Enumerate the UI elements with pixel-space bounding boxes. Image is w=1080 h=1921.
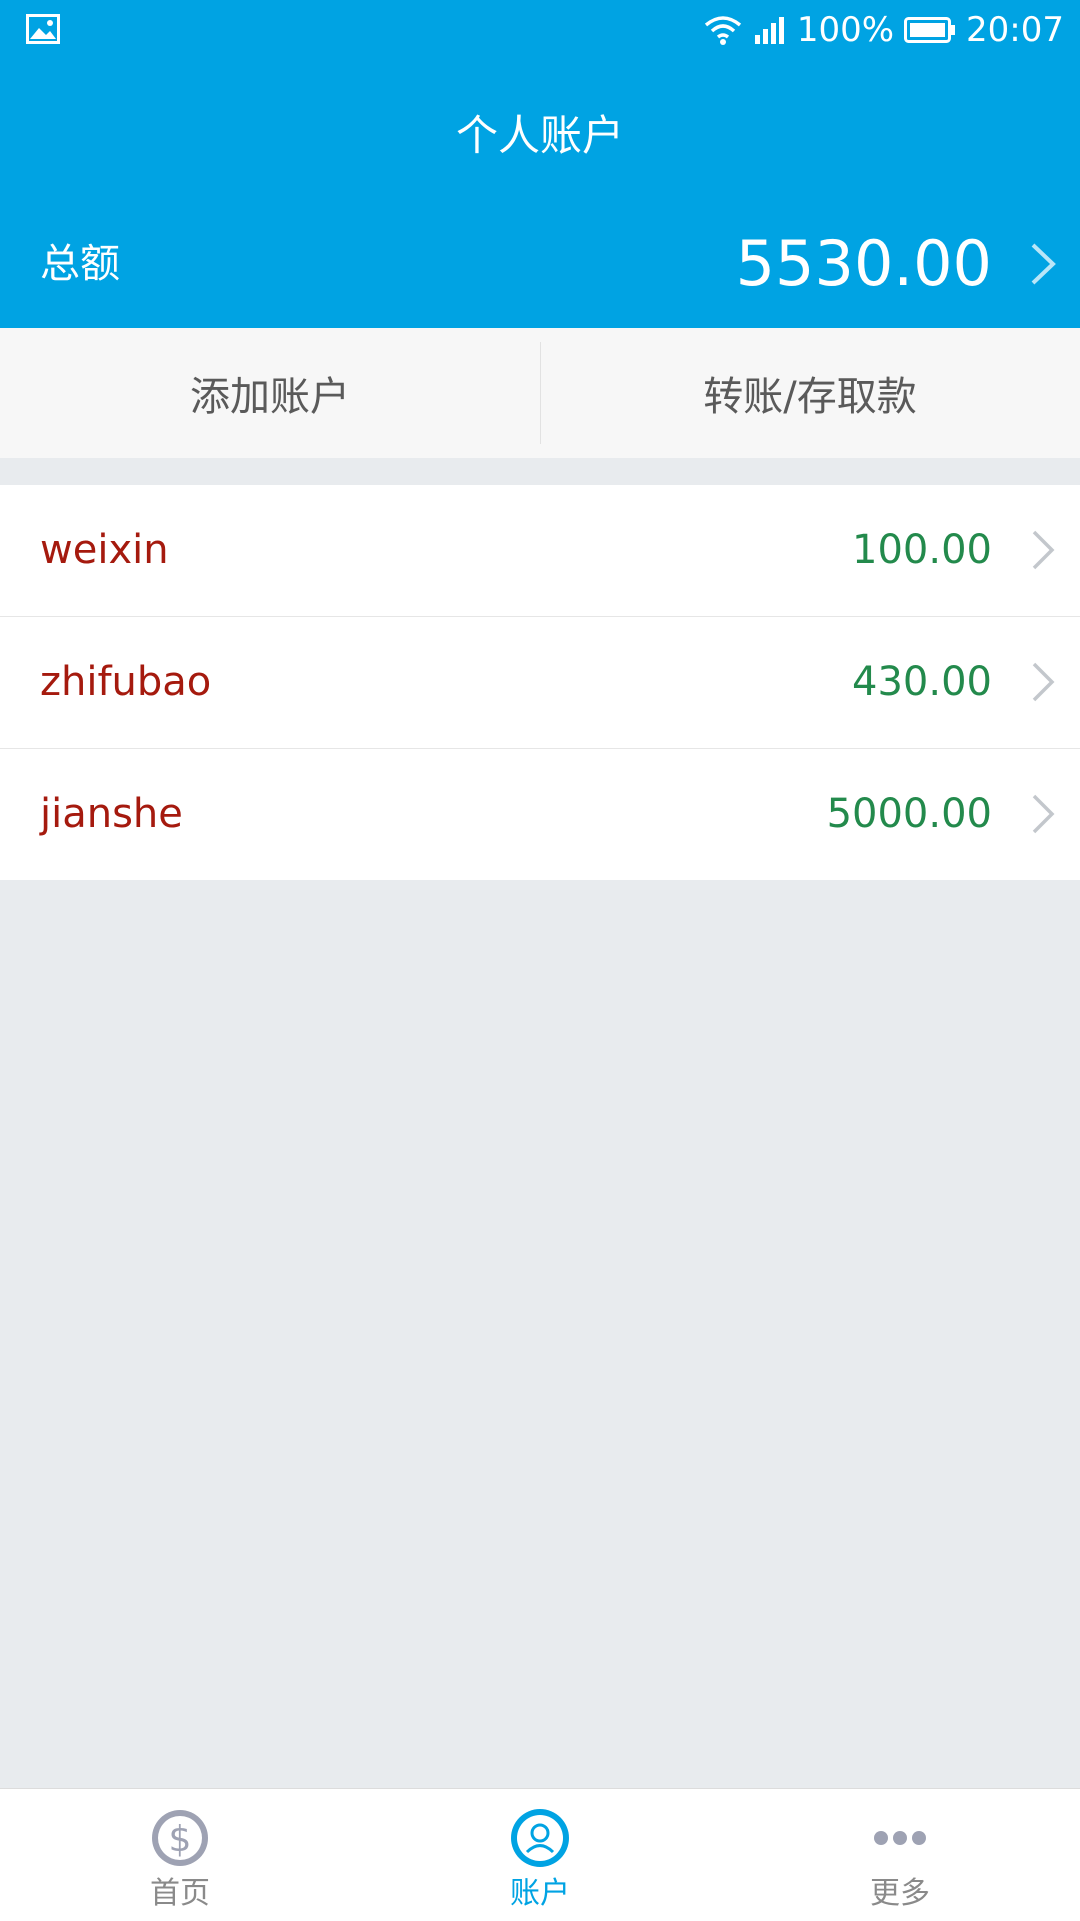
gallery-notification-icon xyxy=(26,14,60,44)
tab-more[interactable]: 更多 xyxy=(720,1789,1080,1921)
tab-home-label: 首页 xyxy=(150,1876,210,1911)
account-amount: 5000.00 xyxy=(826,791,992,837)
tab-account[interactable]: 账户 xyxy=(360,1789,720,1921)
clock: 20:07 xyxy=(966,10,1064,50)
chevron-right-icon xyxy=(1032,530,1055,570)
account-name: zhifubao xyxy=(40,659,212,705)
transfer-button[interactable]: 转账/存取款 xyxy=(540,328,1080,458)
more-dots-icon xyxy=(874,1831,926,1845)
tab-home[interactable]: $ 首页 xyxy=(0,1789,360,1921)
account-amount: 100.00 xyxy=(852,527,992,573)
status-indicators: 100% 20:07 xyxy=(703,8,1064,52)
account-row[interactable]: zhifubao 430.00 xyxy=(0,617,1080,749)
action-bar: 添加账户 转账/存取款 xyxy=(0,328,1080,458)
wifi-icon xyxy=(704,16,741,45)
battery-percent: 100% xyxy=(796,10,895,50)
dollar-coin-icon: $ xyxy=(152,1810,208,1866)
status-bar: 100% 20:07 xyxy=(0,0,1080,62)
battery-icon xyxy=(904,17,956,43)
account-amount: 430.00 xyxy=(852,659,992,705)
signal-icon xyxy=(754,17,784,44)
add-account-label: 添加账户 xyxy=(190,374,350,420)
chevron-right-icon xyxy=(1032,662,1055,702)
header: 100% 20:07 个人账户 总额 5530.00 xyxy=(0,0,1080,328)
total-amount[interactable]: 5530.00 xyxy=(736,226,992,302)
total-label: 总额 xyxy=(40,241,120,287)
page-title: 个人账户 xyxy=(455,111,624,160)
account-row[interactable]: jianshe 5000.00 xyxy=(0,749,1080,880)
tab-account-label: 账户 xyxy=(510,1876,570,1911)
account-name: jianshe xyxy=(40,791,183,837)
tab-bar: $ 首页 账户 更多 xyxy=(0,1788,1080,1921)
account-name: weixin xyxy=(40,527,169,573)
chevron-right-icon[interactable] xyxy=(1028,242,1058,286)
svg-text:$: $ xyxy=(169,1819,192,1860)
tab-more-label: 更多 xyxy=(870,1876,930,1911)
chevron-right-icon xyxy=(1032,794,1055,834)
add-account-button[interactable]: 添加账户 xyxy=(0,328,540,458)
transfer-label: 转账/存取款 xyxy=(703,374,917,420)
user-icon xyxy=(511,1809,569,1867)
account-list: weixin 100.00 zhifubao 430.00 jianshe 50… xyxy=(0,485,1080,880)
account-row[interactable]: weixin 100.00 xyxy=(0,485,1080,617)
